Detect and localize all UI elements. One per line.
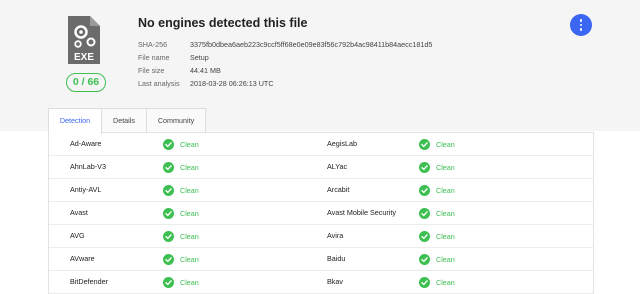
status-label: Clean: [436, 277, 455, 287]
exe-file-icon: EXE: [68, 16, 100, 64]
engine-status: Clean: [163, 225, 199, 247]
engine-status: Clean: [419, 202, 455, 224]
check-circle-icon: [163, 138, 174, 150]
tab-community[interactable]: Community: [146, 108, 206, 132]
meta-row-last-analysis: Last analysis 2018-03-28 06:26:13 UTC: [138, 77, 432, 90]
engine-status: Clean: [163, 133, 199, 155]
status-label: Clean: [180, 231, 199, 241]
engine-status: Clean: [163, 179, 199, 201]
meta-key: File size: [138, 66, 165, 75]
engine-name: AhnLab-V3: [70, 162, 106, 171]
engine-status: Clean: [163, 202, 199, 224]
meta-value: 44.41 MB: [190, 66, 221, 75]
engine-name: ALYac: [327, 162, 348, 171]
status-label: Clean: [180, 277, 199, 287]
engine-name: Avira: [327, 231, 344, 240]
engine-name: Baidu: [327, 254, 346, 263]
engine-status: Clean: [163, 156, 199, 178]
engine-status: Clean: [419, 248, 455, 270]
detection-results-table: Ad-Aware Clean AegisLab Clean AhnLab-V3 …: [48, 132, 594, 294]
table-row: Avast Clean Avast Mobile Security Clean: [49, 202, 593, 225]
engine-status: Clean: [419, 179, 455, 201]
engine-status: Clean: [419, 133, 455, 155]
engine-status: Clean: [163, 248, 199, 270]
status-label: Clean: [180, 185, 199, 195]
engine-name: Avast Mobile Security: [327, 208, 396, 217]
meta-row-sha256: SHA-256 3375fb0dbea6aeb223c9ccf5ff68e0e0…: [138, 38, 432, 51]
status-label: Clean: [436, 139, 455, 149]
meta-key: Last analysis: [138, 79, 180, 88]
more-options-button[interactable]: [570, 14, 592, 36]
engine-name: AVware: [70, 254, 95, 263]
table-row: AVG Clean Avira Clean: [49, 225, 593, 248]
meta-key: SHA-256: [138, 40, 168, 49]
engine-status: Clean: [163, 271, 199, 293]
tab-detection[interactable]: Detection: [48, 108, 102, 134]
status-label: Clean: [180, 254, 199, 264]
status-label: Clean: [436, 231, 455, 241]
engine-name: Ad-Aware: [70, 139, 102, 148]
check-circle-icon: [163, 184, 174, 196]
table-row: BitDefender Clean Bkav Clean: [49, 271, 593, 294]
detection-score-badge: 0 / 66: [66, 73, 106, 92]
meta-value: 2018-03-28 06:26:13 UTC: [190, 79, 274, 88]
check-circle-icon: [419, 276, 430, 288]
check-circle-icon: [163, 253, 174, 265]
check-circle-icon: [419, 207, 430, 219]
file-type-label: EXE: [74, 52, 94, 63]
more-vertical-icon: [579, 19, 583, 22]
table-row: Ad-Aware Clean AegisLab Clean: [49, 133, 593, 156]
meta-key: File name: [138, 53, 170, 62]
engine-name: AVG: [70, 231, 85, 240]
status-label: Clean: [180, 162, 199, 172]
check-circle-icon: [163, 207, 174, 219]
table-row: Antiy-AVL Clean Arcabit Clean: [49, 179, 593, 202]
check-circle-icon: [419, 253, 430, 265]
engine-name: Bkav: [327, 277, 343, 286]
meta-value: Setup: [190, 53, 209, 62]
engine-name: Antiy-AVL: [70, 185, 102, 194]
status-label: Clean: [436, 254, 455, 264]
tab-bar: Detection Details Community: [48, 108, 206, 134]
engine-name: BitDefender: [70, 277, 108, 286]
engine-name: Avast: [70, 208, 88, 217]
engine-name: AegisLab: [327, 139, 357, 148]
status-label: Clean: [180, 139, 199, 149]
check-circle-icon: [419, 138, 430, 150]
status-label: Clean: [180, 208, 199, 218]
check-circle-icon: [163, 161, 174, 173]
check-circle-icon: [163, 276, 174, 288]
tab-details[interactable]: Details: [101, 108, 147, 132]
engine-status: Clean: [419, 156, 455, 178]
engine-status: Clean: [419, 225, 455, 247]
check-circle-icon: [419, 161, 430, 173]
status-label: Clean: [436, 185, 455, 195]
table-row: AVware Clean Baidu Clean: [49, 248, 593, 271]
check-circle-icon: [419, 230, 430, 242]
engine-status: Clean: [419, 271, 455, 293]
table-row: AhnLab-V3 Clean ALYac Clean: [49, 156, 593, 179]
meta-row-file-name: File name Setup: [138, 51, 432, 64]
page-title: No engines detected this file: [138, 16, 308, 30]
meta-row-file-size: File size 44.41 MB: [138, 64, 432, 77]
check-circle-icon: [163, 230, 174, 242]
file-metadata: SHA-256 3375fb0dbea6aeb223c9ccf5ff68e0e0…: [138, 38, 432, 90]
check-circle-icon: [419, 184, 430, 196]
status-label: Clean: [436, 208, 455, 218]
meta-value[interactable]: 3375fb0dbea6aeb223c9ccf5ff68e0e09e83f56c…: [190, 38, 432, 51]
status-label: Clean: [436, 162, 455, 172]
engine-name: Arcabit: [327, 185, 350, 194]
